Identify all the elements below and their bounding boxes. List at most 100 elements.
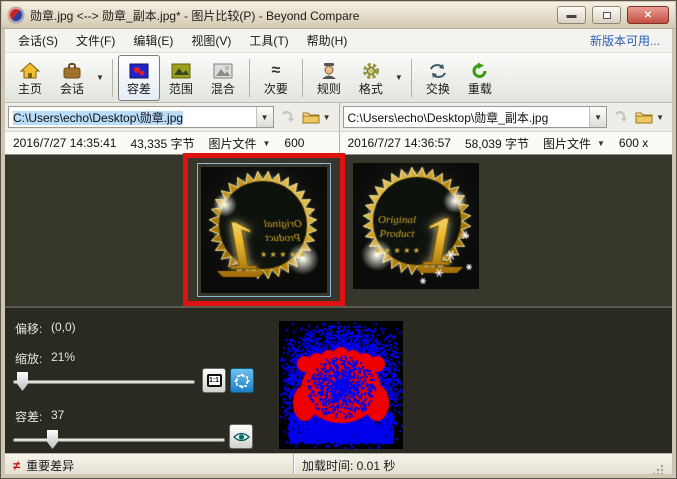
menu-view[interactable]: 视图(V) — [182, 29, 240, 52]
right-path-pane: C:\Users\echo\Desktop\勋章_副本.jpg ▼ ▼ — [339, 103, 673, 131]
toolbar: 主页 会话 ▼ 容差 范围 — [5, 53, 672, 103]
range-icon — [171, 60, 191, 82]
eye-icon — [233, 431, 250, 443]
right-path-dropdown[interactable]: ▼ — [589, 107, 606, 127]
offset-label: 偏移: — [15, 320, 42, 337]
right-file-size: 58,039 字节 — [465, 135, 529, 152]
right-file-modified: 2016/7/27 14:36:57 — [348, 136, 451, 150]
home-button[interactable]: 主页 — [9, 55, 51, 101]
menu-tools[interactable]: 工具(T) — [240, 29, 297, 52]
toolbar-separator — [302, 59, 303, 97]
sessions-dropdown-caret[interactable]: ▼ — [93, 73, 107, 82]
zoom-value: 21% — [51, 350, 75, 364]
zoom-slider[interactable] — [13, 372, 195, 391]
swap-arrows-icon — [428, 60, 448, 82]
status-differences: ≠ 重要差异 — [5, 454, 294, 474]
reload-button[interactable]: 重载 — [459, 55, 501, 101]
close-button[interactable]: ✕ — [627, 6, 669, 24]
right-path-text[interactable]: C:\Users\echo\Desktop\勋章_副本.jpg — [344, 109, 590, 126]
fit-to-window-button[interactable] — [230, 368, 254, 393]
left-browse-caret[interactable]: ▼ — [320, 113, 334, 122]
right-sync-icon[interactable] — [610, 106, 630, 128]
tolerance-icon — [129, 60, 149, 82]
left-image-thumbnail[interactable] — [201, 167, 327, 293]
viewer-controls-pane: 偏移: (0,0) 缩放: 21% 1:1 容差: 37 — [5, 306, 672, 453]
tolerance-label: 容差: — [15, 408, 42, 425]
app-window: 勋章.jpg <--> 勋章_副本.jpg* - 图片比较(P) - Beyon… — [0, 0, 677, 479]
right-file-type-dropdown[interactable]: 图片文件 ▼ — [543, 135, 605, 152]
blend-icon — [213, 60, 233, 82]
difference-image — [279, 321, 403, 449]
right-browse-folder-button[interactable]: ▼ — [633, 106, 669, 128]
offset-value: (0,0) — [51, 320, 76, 334]
actual-size-button[interactable]: 1:1 — [202, 368, 226, 393]
toolbar-separator — [112, 59, 113, 97]
right-file-dimensions: 600 x — [619, 136, 648, 150]
range-mode-button[interactable]: 范围 — [160, 55, 202, 101]
sessions-button[interactable]: 会话 — [51, 55, 93, 101]
gear-icon — [361, 60, 381, 82]
tolerance-slider-track[interactable] — [13, 438, 225, 442]
right-path-combo[interactable]: C:\Users\echo\Desktop\勋章_副本.jpg ▼ — [343, 106, 608, 128]
briefcase-icon — [62, 60, 82, 82]
menu-file[interactable]: 文件(F) — [67, 29, 124, 52]
minimize-button[interactable]: ▬ — [557, 6, 586, 24]
menu-session[interactable]: 会话(S) — [9, 29, 67, 52]
right-browse-caret[interactable]: ▼ — [653, 113, 667, 122]
format-button[interactable]: 格式 — [350, 55, 392, 101]
left-file-modified: 2016/7/27 14:35:41 — [13, 136, 116, 150]
tolerance-mode-button[interactable]: 容差 — [118, 55, 160, 101]
restore-icon — [603, 12, 611, 19]
blend-mode-button[interactable]: 混合 — [202, 55, 244, 101]
home-icon — [20, 60, 40, 82]
restore-button[interactable] — [592, 6, 621, 24]
rules-button[interactable]: 规则 — [308, 55, 350, 101]
show-difference-button[interactable] — [229, 424, 253, 449]
left-file-size: 43,335 字节 — [130, 135, 194, 152]
window-content: 会话(S) 文件(F) 编辑(E) 视图(V) 工具(T) 帮助(H) 新版本可… — [5, 29, 672, 474]
tolerance-value: 37 — [51, 408, 64, 422]
selected-pane-highlight — [183, 153, 345, 306]
left-image-focus-frame — [197, 163, 331, 297]
format-dropdown-caret[interactable]: ▼ — [392, 73, 406, 82]
status-bar: ≠ 重要差异 加载时间: 0.01 秒 — [5, 453, 672, 474]
left-path-pane: C:\Users\echo\Desktop\勋章.jpg ▼ ▼ — [5, 103, 339, 131]
app-logo-icon — [8, 7, 24, 23]
menu-edit[interactable]: 编辑(E) — [124, 29, 182, 52]
left-sync-icon[interactable] — [277, 106, 297, 128]
approx-icon: ≈ — [272, 60, 281, 82]
right-image-thumbnail[interactable] — [353, 163, 479, 289]
reload-icon — [470, 60, 490, 82]
title-bar: 勋章.jpg <--> 勋章_副本.jpg* - 图片比较(P) - Beyon… — [2, 2, 675, 29]
left-file-info: 2016/7/27 14:35:41 43,335 字节 图片文件 ▼ 600 — [5, 132, 339, 154]
resize-grip[interactable] — [652, 464, 664, 474]
zoom-label: 缩放: — [15, 350, 42, 367]
toolbar-separator — [411, 59, 412, 97]
status-load-time: 加载时间: 0.01 秒 — [294, 454, 672, 474]
menu-bar: 会话(S) 文件(F) 编辑(E) 视图(V) 工具(T) 帮助(H) 新版本可… — [5, 29, 672, 53]
left-path-combo[interactable]: C:\Users\echo\Desktop\勋章.jpg ▼ — [8, 106, 274, 128]
menu-help[interactable]: 帮助(H) — [298, 29, 357, 52]
tolerance-slider-thumb[interactable] — [47, 430, 58, 449]
swap-button[interactable]: 交换 — [417, 55, 459, 101]
left-browse-folder-button[interactable]: ▼ — [300, 106, 336, 128]
left-type-caret: ▼ — [263, 139, 271, 148]
toolbar-separator — [249, 59, 250, 97]
left-path-dropdown[interactable]: ▼ — [256, 107, 273, 127]
zoom-slider-thumb[interactable] — [17, 372, 28, 391]
new-version-link[interactable]: 新版本可用... — [590, 32, 668, 49]
one-to-one-icon: 1:1 — [207, 374, 222, 387]
fit-icon — [234, 373, 250, 389]
load-time-text: 加载时间: 0.01 秒 — [302, 457, 395, 474]
not-equal-icon: ≠ — [13, 458, 20, 473]
right-file-info: 2016/7/27 14:36:57 58,039 字节 图片文件 ▼ 600 … — [339, 132, 673, 154]
tolerance-slider[interactable] — [13, 430, 225, 449]
status-differences-text: 重要差异 — [26, 457, 74, 474]
left-file-dimensions: 600 — [284, 136, 304, 150]
left-file-type-dropdown[interactable]: 图片文件 ▼ — [208, 135, 270, 152]
left-path-text[interactable]: C:\Users\echo\Desktop\勋章.jpg — [9, 109, 256, 126]
window-title: 勋章.jpg <--> 勋章_副本.jpg* - 图片比较(P) - Beyon… — [30, 7, 551, 24]
image-compare-pane — [5, 155, 672, 306]
zoom-slider-track[interactable] — [13, 380, 195, 384]
minor-button[interactable]: ≈ 次要 — [255, 55, 297, 101]
